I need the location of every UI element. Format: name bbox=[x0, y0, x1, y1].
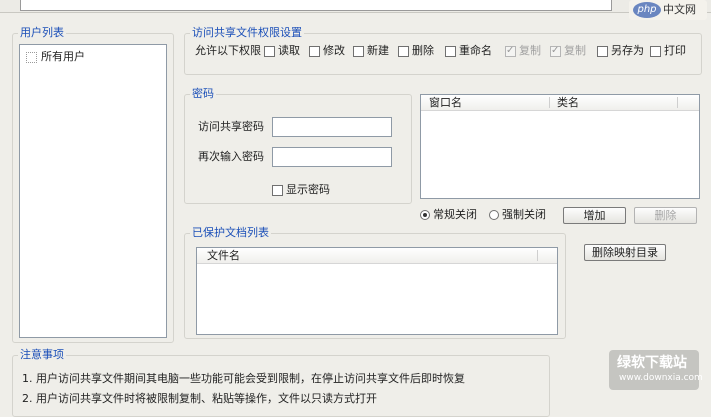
watermark: 绿软下载站 www.downxia.com bbox=[609, 350, 703, 390]
tree-item-all-users[interactable]: 所有用户 bbox=[26, 50, 85, 64]
permission-label: 重命名 bbox=[459, 44, 492, 57]
col-separator[interactable] bbox=[677, 97, 678, 108]
permission-box[interactable] bbox=[505, 44, 516, 58]
access-password-input[interactable] bbox=[272, 117, 392, 137]
top-path-field[interactable] bbox=[20, 0, 612, 11]
permission-checkbox[interactable]: 修改 bbox=[309, 44, 345, 58]
notes-group: 注意事项 bbox=[12, 348, 550, 417]
radio-normal-close[interactable]: 常规关闭 bbox=[420, 208, 477, 222]
watermark-title: 绿软下载站 bbox=[617, 355, 687, 371]
delete-mapping-button[interactable]: 删除映射目录 bbox=[584, 244, 666, 261]
notes-legend: 注意事项 bbox=[18, 348, 66, 361]
user-list-legend: 用户列表 bbox=[18, 26, 66, 39]
radio-force-indicator[interactable] bbox=[489, 210, 499, 220]
col-class-name[interactable]: 类名 bbox=[557, 95, 579, 110]
permission-checkbox[interactable]: 打印 bbox=[650, 44, 686, 58]
permission-checkbox[interactable]: 复制 bbox=[550, 44, 586, 58]
permission-box[interactable] bbox=[550, 44, 561, 58]
tree-item-label: 所有用户 bbox=[41, 50, 85, 63]
user-list-group: 用户列表 所有用户 bbox=[12, 26, 174, 343]
logo-text: 中文网 bbox=[663, 3, 696, 16]
user-tree[interactable]: 所有用户 bbox=[19, 44, 167, 338]
permission-label: 打印 bbox=[664, 44, 686, 57]
permissions-prompt: 允许以下权限 bbox=[195, 44, 261, 57]
permission-label: 删除 bbox=[412, 44, 434, 57]
protected-docs-legend: 已保护文档列表 bbox=[190, 226, 271, 239]
col-separator[interactable] bbox=[537, 250, 538, 261]
permission-label: 复制 bbox=[564, 44, 586, 57]
add-button[interactable]: 增加 bbox=[563, 207, 626, 224]
permission-checkbox[interactable]: 删除 bbox=[398, 44, 434, 58]
confirm-password-label: 再次输入密码 bbox=[198, 150, 264, 163]
permission-box[interactable] bbox=[264, 45, 275, 57]
access-password-label: 访问共享密码 bbox=[198, 120, 264, 133]
permission-box[interactable] bbox=[398, 45, 409, 57]
tree-expander-icon bbox=[26, 51, 37, 63]
permissions-legend: 访问共享文件权限设置 bbox=[190, 26, 304, 39]
show-password-box[interactable] bbox=[272, 184, 283, 196]
logo-badge: php bbox=[633, 2, 661, 18]
permission-checkbox[interactable]: 新建 bbox=[353, 44, 389, 58]
radio-normal-label: 常规关闭 bbox=[433, 208, 477, 221]
permission-checkbox[interactable]: 重命名 bbox=[445, 44, 492, 58]
permission-checkbox[interactable]: 另存为 bbox=[597, 44, 644, 58]
col-separator[interactable] bbox=[549, 97, 550, 108]
permission-checkbox[interactable]: 读取 bbox=[264, 44, 300, 58]
permission-label: 复制 bbox=[519, 44, 541, 57]
radio-force-label: 强制关闭 bbox=[502, 208, 546, 221]
remove-button[interactable]: 删除 bbox=[634, 207, 697, 224]
show-password-checkbox[interactable]: 显示密码 bbox=[272, 183, 330, 197]
col-window-name[interactable]: 窗口名 bbox=[429, 95, 462, 110]
permission-box[interactable] bbox=[597, 45, 608, 57]
permission-checkbox[interactable]: 复制 bbox=[505, 44, 541, 58]
protected-docs-header: 文件名 bbox=[197, 248, 557, 264]
radio-normal-indicator[interactable] bbox=[420, 210, 430, 220]
show-password-label: 显示密码 bbox=[286, 183, 330, 196]
password-legend: 密码 bbox=[190, 87, 216, 100]
permission-box[interactable] bbox=[353, 45, 364, 57]
protected-docs-table[interactable]: 文件名 bbox=[196, 247, 558, 335]
note-line-1: 1. 用户访问共享文件期间其电脑一些功能可能会受到限制，在停止访问共享文件后即时… bbox=[22, 372, 465, 385]
permission-box[interactable] bbox=[309, 45, 320, 57]
site-logo: php 中文网 bbox=[629, 0, 707, 20]
radio-force-close[interactable]: 强制关闭 bbox=[489, 208, 546, 222]
permission-box[interactable] bbox=[650, 45, 661, 57]
watermark-url: www.downxia.com bbox=[619, 373, 703, 383]
permission-box[interactable] bbox=[445, 45, 456, 57]
permission-label: 修改 bbox=[323, 44, 345, 57]
permission-label: 读取 bbox=[278, 44, 300, 57]
permission-label: 新建 bbox=[367, 44, 389, 57]
window-list-header: 窗口名 类名 bbox=[421, 95, 699, 111]
permission-label: 另存为 bbox=[611, 44, 644, 57]
note-line-2: 2. 用户访问共享文件时将被限制复制、粘贴等操作，文件以只读方式打开 bbox=[22, 392, 377, 405]
confirm-password-input[interactable] bbox=[272, 147, 392, 167]
window-list-table[interactable]: 窗口名 类名 bbox=[420, 94, 700, 199]
col-filename[interactable]: 文件名 bbox=[207, 248, 240, 263]
